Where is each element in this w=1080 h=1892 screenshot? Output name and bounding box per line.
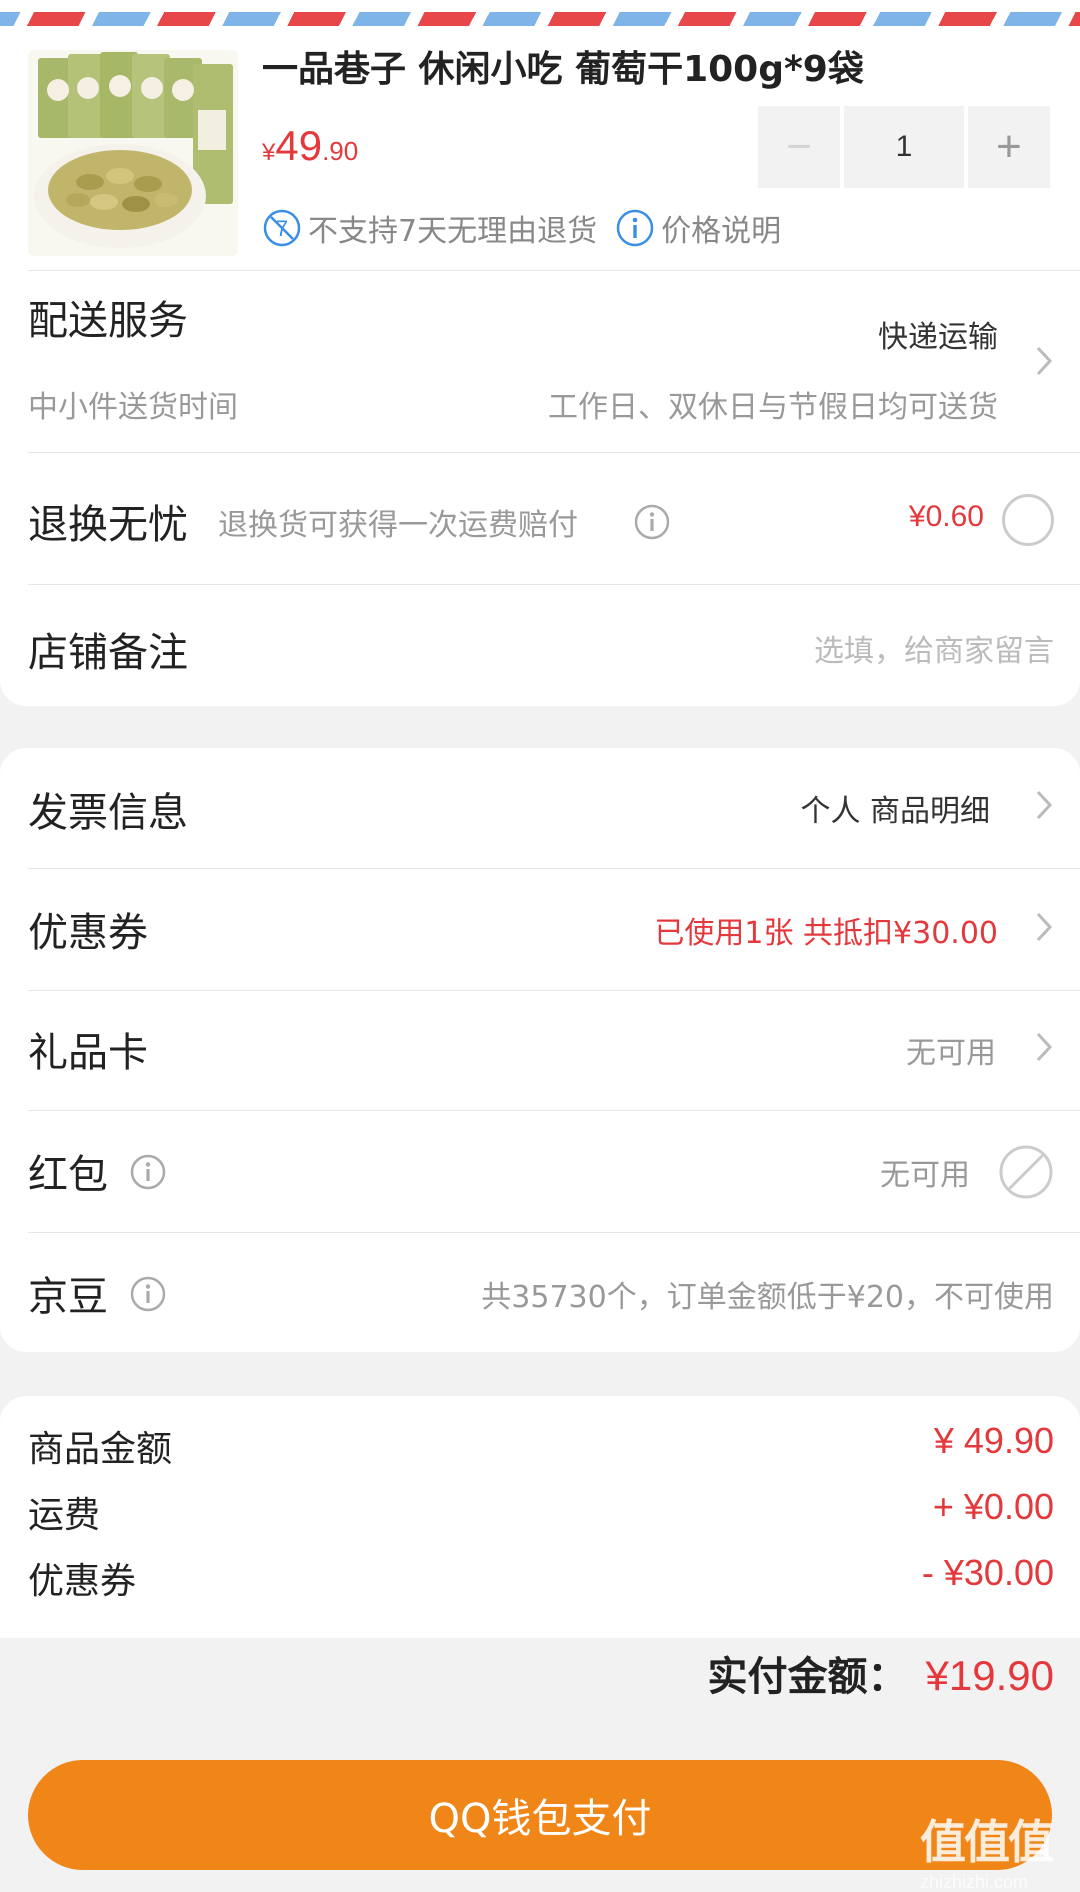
watermark: 值值值 zhizhizhi.com (920, 1806, 1070, 1892)
info-icon[interactable] (128, 1274, 168, 1314)
delivery-time-value: 工作日、双休日与节假日均可送货 (548, 390, 998, 425)
invoice-label: 发票信息 (28, 790, 188, 836)
quantity-input[interactable]: 1 (844, 106, 964, 188)
no-return-notice[interactable]: 不支持7天无理由退货 (308, 206, 597, 250)
price-integer: 49 (275, 122, 323, 169)
price-summary-card: 商品金额 ¥ 49.90 运费 + ¥0.00 优惠券 - ¥30.00 (0, 1396, 1080, 1638)
jingdou-value: 共35730个，订单金额低于¥20，不可使用 (481, 1280, 1054, 1315)
summary-row-shipping: 运费 + ¥0.00 (28, 1486, 1054, 1536)
product-notices: 7 不支持7天无理由退货 价格说明 (262, 206, 781, 250)
summary-value: - ¥30.00 (921, 1552, 1054, 1593)
quantity-stepper: − 1 + (758, 106, 1054, 188)
chevron-right-icon (1036, 790, 1053, 820)
price-currency: ¥ (262, 139, 276, 166)
gift-card-label: 礼品卡 (28, 1030, 148, 1076)
jingdou-label: 京豆 (28, 1274, 108, 1320)
summary-label: 优惠券 (28, 1561, 137, 1602)
divider (28, 990, 1080, 991)
payment-options-card: 发票信息 个人 商品明细 优惠券 已使用1张 共抵扣¥30.00 礼品卡 无可用… (0, 748, 1080, 1352)
red-packet-value: 无可用 (880, 1158, 970, 1193)
delivery-method-value: 快递运输 (878, 320, 998, 355)
info-icon (616, 209, 654, 247)
total-value: ¥19.90 (925, 1652, 1054, 1699)
shop-note-input[interactable]: 选填，给商家留言 (814, 626, 1054, 670)
no-return-icon: 7 (263, 209, 301, 247)
divider (28, 1232, 1080, 1233)
divider (28, 868, 1080, 869)
summary-label: 运费 (28, 1495, 101, 1536)
total-label: 实付金额： (707, 1654, 908, 1700)
return-insurance-radio[interactable] (1002, 494, 1054, 546)
summary-row-goods: 商品金额 ¥ 49.90 (28, 1420, 1054, 1470)
product-title[interactable]: 一品巷子 休闲小吃 葡萄干100g*9袋 (262, 40, 864, 92)
watermark-logo: 值值值 (920, 1815, 1054, 1869)
summary-value: + ¥0.00 (932, 1486, 1054, 1527)
summary-value: ¥ 49.90 (933, 1420, 1054, 1461)
gift-card-value: 无可用 (906, 1036, 996, 1071)
divider (28, 270, 1080, 271)
coupon-value: 已使用1张 共抵扣¥30.00 (654, 916, 998, 951)
airmail-border (0, 0, 1080, 30)
price-explanation-link[interactable]: 价格说明 (661, 206, 781, 250)
divider (28, 1110, 1080, 1111)
raisin-product-icon (34, 52, 233, 248)
red-packet-label: 红包 (28, 1152, 108, 1198)
return-insurance-label: 退换无忧 (28, 502, 188, 548)
qq-wallet-pay-button[interactable]: QQ钱包支付 (28, 1760, 1052, 1870)
price-decimal: .90 (322, 136, 359, 166)
increase-quantity-button[interactable]: + (968, 106, 1050, 188)
info-icon[interactable] (632, 502, 672, 542)
airmail-stripes (0, 12, 1080, 26)
delivery-service-label: 配送服务 (28, 298, 188, 344)
chevron-right-icon (1036, 346, 1053, 376)
info-icon[interactable] (128, 1152, 168, 1192)
shop-note-label: 店铺备注 (28, 630, 188, 676)
product-image[interactable] (28, 50, 238, 256)
order-item-card: 一品巷子 休闲小吃 葡萄干100g*9袋 ¥49.90 − 1 + 7 不支持7… (0, 30, 1080, 706)
chevron-right-icon (1036, 912, 1053, 942)
delivery-time-label: 中小件送货时间 (28, 390, 238, 425)
invoice-value: 个人 商品明细 (800, 794, 990, 829)
watermark-url: zhizhizhi.com (920, 1872, 1029, 1892)
return-insurance-desc: 退换货可获得一次运费赔付 (218, 508, 578, 543)
product-row[interactable]: 一品巷子 休闲小吃 葡萄干100g*9袋 ¥49.90 − 1 + 7 不支持7… (0, 30, 1080, 270)
product-price: ¥49.90 (262, 122, 358, 170)
total-amount: 实付金额： ¥19.90 (708, 1644, 1054, 1704)
return-insurance-price: ¥0.60 (908, 500, 984, 533)
summary-label: 商品金额 (28, 1429, 173, 1470)
decrease-quantity-button[interactable]: − (758, 106, 840, 188)
summary-row-coupon: 优惠券 - ¥30.00 (28, 1552, 1054, 1602)
divider (28, 452, 1080, 453)
disabled-icon (999, 1145, 1053, 1199)
chevron-right-icon (1036, 1032, 1053, 1062)
coupon-label: 优惠券 (28, 910, 148, 956)
divider (28, 584, 1080, 585)
